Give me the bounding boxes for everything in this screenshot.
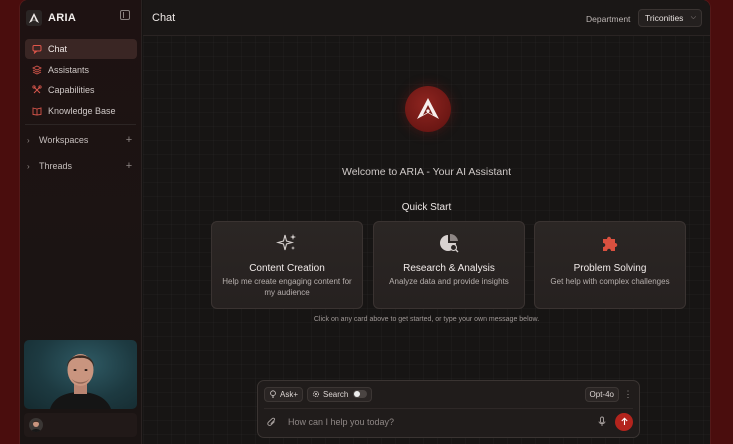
sidebar-item-assistants[interactable]: Assistants	[25, 60, 137, 80]
sidebar-item-label: Chat	[48, 44, 68, 54]
sidebar-group-workspaces[interactable]: › Workspaces +	[25, 132, 137, 148]
sidebar-item-label: Capabilities	[48, 85, 95, 95]
sidebar-group-threads[interactable]: › Threads +	[25, 158, 137, 174]
page-title: Chat	[152, 12, 176, 24]
ask-label: Ask+	[280, 389, 299, 399]
gear-icon	[312, 390, 320, 398]
message-composer: Ask+ Search Opt-4o ⋮	[257, 380, 640, 438]
sidebar-item-knowledge-base[interactable]: Knowledge Base	[25, 101, 137, 121]
aria-logo-icon	[26, 10, 42, 26]
department-label: Department	[586, 14, 631, 24]
card-problem-solving[interactable]: Problem Solving Get help with complex ch…	[534, 221, 686, 309]
layers-icon	[31, 64, 43, 76]
sidebar-item-chat[interactable]: Chat	[25, 39, 137, 59]
chart-search-icon	[374, 232, 524, 254]
card-content-creation[interactable]: Content Creation Help me create engaging…	[211, 221, 363, 309]
arrow-up-icon	[620, 417, 628, 425]
card-title: Problem Solving	[573, 263, 647, 274]
sidebar-item-label: Knowledge Base	[48, 105, 116, 116]
ask-button[interactable]: Ask+	[264, 386, 304, 402]
search-toggle[interactable]: Search	[307, 386, 373, 402]
microphone-icon[interactable]	[593, 416, 611, 427]
book-icon	[31, 105, 43, 117]
chevron-right-icon: ›	[27, 135, 30, 145]
avatar	[29, 418, 43, 432]
sidebar-group-label: Threads	[39, 161, 73, 171]
department-select[interactable]: Triconities ⌵	[638, 9, 702, 27]
sidebar-divider	[25, 124, 136, 125]
sidebar: ARIA Chat Assistants Capabilities Knowle…	[20, 0, 142, 444]
model-label: Opt-4o	[589, 389, 614, 399]
card-title: Content Creation	[249, 263, 325, 274]
chat-icon	[31, 43, 43, 55]
puzzle-icon	[535, 232, 685, 254]
sparkles-icon	[212, 232, 362, 254]
model-selector[interactable]: Opt-4o	[584, 386, 619, 402]
search-switch[interactable]	[353, 390, 368, 398]
department-value: Triconities	[645, 13, 684, 23]
composer-toolbar: Ask+ Search Opt-4o ⋮	[264, 386, 633, 402]
chevron-down-icon: ⌵	[690, 14, 696, 21]
sidebar-item-capabilities[interactable]: Capabilities	[25, 80, 137, 100]
top-bar: Chat Department Triconities ⌵	[143, 0, 710, 36]
app-window: ARIA Chat Assistants Capabilities Knowle…	[20, 0, 710, 444]
message-input[interactable]	[280, 411, 593, 432]
search-label: Search	[323, 389, 349, 399]
paperclip-icon[interactable]	[264, 417, 280, 427]
composer-input-row	[264, 408, 633, 434]
card-research-analysis[interactable]: Research & Analysis Analyze data and pro…	[373, 221, 525, 309]
main-panel: Chat Department Triconities ⌵ Welcome to…	[143, 0, 710, 444]
sidebar-item-label: Assistants	[48, 64, 90, 75]
hint-text: Click on any card above to get started, …	[313, 316, 540, 323]
send-button[interactable]	[615, 412, 633, 431]
brand-name: ARIA	[48, 12, 77, 24]
sidebar-nav: Chat Assistants Capabilities Knowledge B…	[25, 39, 137, 121]
lightbulb-icon	[270, 390, 276, 398]
quick-start-heading: Quick Start	[401, 202, 452, 213]
card-title: Research & Analysis	[403, 263, 495, 274]
profile-photo	[24, 340, 137, 409]
welcome-text: Welcome to ARIA - Your AI Assistant	[341, 166, 512, 178]
add-thread-icon[interactable]: +	[123, 160, 135, 172]
card-description: Analyze data and provide insights	[389, 277, 509, 286]
tools-icon	[31, 84, 43, 96]
sidebar-group-label: Workspaces	[39, 135, 89, 145]
user-profile-row[interactable]	[24, 413, 137, 437]
chevron-right-icon: ›	[27, 161, 30, 171]
card-description: Get help with complex challenges	[550, 277, 670, 286]
card-description: Help me create engaging content for my a…	[222, 277, 352, 297]
aria-hero-logo-icon	[405, 86, 451, 132]
brand[interactable]: ARIA	[26, 8, 76, 28]
sidebar-toggle-icon[interactable]	[120, 10, 130, 20]
more-options-icon[interactable]: ⋮	[623, 390, 633, 399]
add-workspace-icon[interactable]: +	[123, 134, 135, 146]
